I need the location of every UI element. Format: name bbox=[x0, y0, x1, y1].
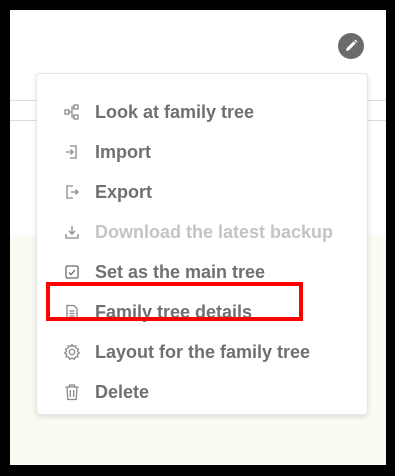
edit-button[interactable] bbox=[338, 33, 364, 59]
menu-item-download-backup[interactable]: Download the latest backup bbox=[37, 215, 367, 249]
menu-item-set-main-tree[interactable]: Set as the main tree bbox=[37, 255, 367, 289]
menu-item-label: Export bbox=[95, 181, 153, 202]
menu-item-layout[interactable]: Layout for the family tree bbox=[37, 335, 367, 369]
download-icon bbox=[63, 223, 81, 241]
screenshot-frame: Look at family tree Import Export Downlo… bbox=[0, 0, 395, 476]
trash-icon bbox=[63, 383, 81, 401]
menu-item-label: Look at family tree bbox=[95, 101, 255, 122]
menu-item-label: Import bbox=[95, 141, 151, 162]
menu-item-label: Family tree details bbox=[95, 301, 253, 322]
import-icon bbox=[63, 143, 81, 161]
menu-item-delete[interactable]: Delete bbox=[37, 375, 367, 409]
menu-item-look-at-family-tree[interactable]: Look at family tree bbox=[37, 95, 367, 129]
menu-item-label: Set as the main tree bbox=[95, 261, 266, 282]
tree-nodes-icon bbox=[63, 103, 81, 121]
menu-item-import[interactable]: Import bbox=[37, 135, 367, 169]
gear-icon bbox=[63, 343, 81, 361]
checkbox-icon bbox=[63, 263, 81, 281]
page-area: Look at family tree Import Export Downlo… bbox=[10, 10, 386, 465]
menu-item-label: Layout for the family tree bbox=[95, 341, 311, 362]
menu-item-export[interactable]: Export bbox=[37, 175, 367, 209]
menu-item-label: Delete bbox=[95, 381, 150, 402]
document-icon bbox=[63, 303, 81, 321]
menu-item-label: Download the latest backup bbox=[95, 221, 334, 242]
menu-item-family-tree-details[interactable]: Family tree details bbox=[37, 295, 367, 329]
export-icon bbox=[63, 183, 81, 201]
tree-options-menu: Look at family tree Import Export Downlo… bbox=[36, 73, 368, 415]
pencil-icon bbox=[346, 39, 358, 51]
